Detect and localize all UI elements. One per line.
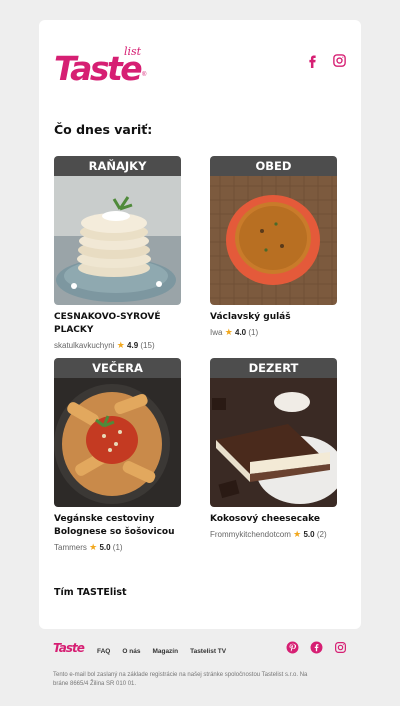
category-badge: OBED bbox=[210, 156, 337, 176]
recipe-title[interactable]: CESNAKOVO-SYROVÉ PLACKY bbox=[54, 311, 181, 337]
category-badge: VEČERA bbox=[54, 358, 181, 378]
legal-text: Tento e-mail bol zaslaný na základe regi… bbox=[53, 672, 308, 687]
recipe-meta: Tammers ★ 5.0 (1) bbox=[54, 542, 181, 553]
logo-sub: list bbox=[124, 45, 142, 58]
category-badge: DEZERT bbox=[210, 358, 337, 378]
section-heading: Čo dnes variť: bbox=[54, 122, 153, 137]
pinterest-icon[interactable] bbox=[286, 641, 299, 654]
footer-link-tv[interactable]: Tastelist TV bbox=[190, 648, 226, 655]
recipe-rating: 5.0 bbox=[303, 530, 315, 539]
tastelist-logo[interactable]: Taste list ® bbox=[54, 46, 148, 86]
recipe-author: Frommykitchendotcom bbox=[210, 530, 291, 539]
recipe-card[interactable]: RAŇAJKY CESNAKOVO-SYROVÉ PLACKY skatulka… bbox=[54, 156, 181, 351]
recipe-rating-count: (1) bbox=[112, 543, 123, 552]
header-social bbox=[305, 53, 347, 68]
star-icon: ★ bbox=[116, 340, 125, 350]
recipe-card[interactable]: DEZERT Kokosový cheesecake Frommykitchen… bbox=[210, 358, 337, 540]
footer-link-faq[interactable]: FAQ bbox=[97, 648, 110, 655]
recipe-title[interactable]: Vegánske cestoviny Bolognese so šošovico… bbox=[54, 513, 181, 539]
footer-social bbox=[286, 641, 347, 654]
recipe-meta: Iwa ★ 4.0 (1) bbox=[210, 327, 337, 338]
recipe-rating-count: (2) bbox=[316, 530, 327, 539]
recipe-rating: 4.0 bbox=[235, 328, 247, 337]
recipe-meta: Frommykitchendotcom ★ 5.0 (2) bbox=[210, 529, 337, 540]
recipe-author: Tammers bbox=[54, 543, 87, 552]
recipe-rating: 4.9 bbox=[127, 341, 139, 350]
category-badge: RAŇAJKY bbox=[54, 156, 181, 176]
signoff: Tím TASTElist bbox=[54, 587, 127, 598]
star-icon: ★ bbox=[293, 529, 302, 539]
footer-link-about[interactable]: O nás bbox=[122, 648, 140, 655]
recipe-card[interactable]: OBED Václavský guláš Iwa ★ 4.0 (1) bbox=[210, 156, 337, 338]
recipe-image-lunch[interactable] bbox=[210, 176, 337, 305]
star-icon: ★ bbox=[224, 327, 233, 337]
email-card: Taste list ® Čo dnes variť: RAŇAJKY CESN… bbox=[39, 20, 361, 629]
logo-reg: ® bbox=[142, 72, 147, 78]
recipe-rating-count: (15) bbox=[140, 341, 155, 350]
recipe-image-breakfast[interactable] bbox=[54, 176, 181, 305]
recipe-rating: 5.0 bbox=[99, 543, 111, 552]
footer-logo[interactable]: Taste bbox=[53, 641, 85, 655]
recipe-title[interactable]: Václavský guláš bbox=[210, 311, 337, 324]
instagram-icon[interactable] bbox=[334, 641, 347, 654]
recipe-rating-count: (1) bbox=[248, 328, 259, 337]
footer-nav: FAQ O nás Magazín Tastelist TV bbox=[97, 648, 226, 655]
star-icon: ★ bbox=[89, 542, 98, 552]
recipe-image-dessert[interactable] bbox=[210, 378, 337, 507]
instagram-icon[interactable] bbox=[332, 53, 347, 68]
recipe-title[interactable]: Kokosový cheesecake bbox=[210, 513, 337, 526]
recipe-author: skatulkavkuchyni bbox=[54, 341, 115, 350]
recipe-image-dinner[interactable] bbox=[54, 378, 181, 507]
recipe-card[interactable]: VEČERA Vegánske cestoviny Bolognese so š… bbox=[54, 358, 181, 553]
recipe-author: Iwa bbox=[210, 328, 223, 337]
facebook-icon[interactable] bbox=[310, 641, 323, 654]
facebook-icon[interactable] bbox=[305, 53, 320, 68]
footer-link-magazine[interactable]: Magazín bbox=[152, 648, 178, 655]
recipe-meta: skatulkavkuchyni ★ 4.9 (15) bbox=[54, 340, 181, 351]
